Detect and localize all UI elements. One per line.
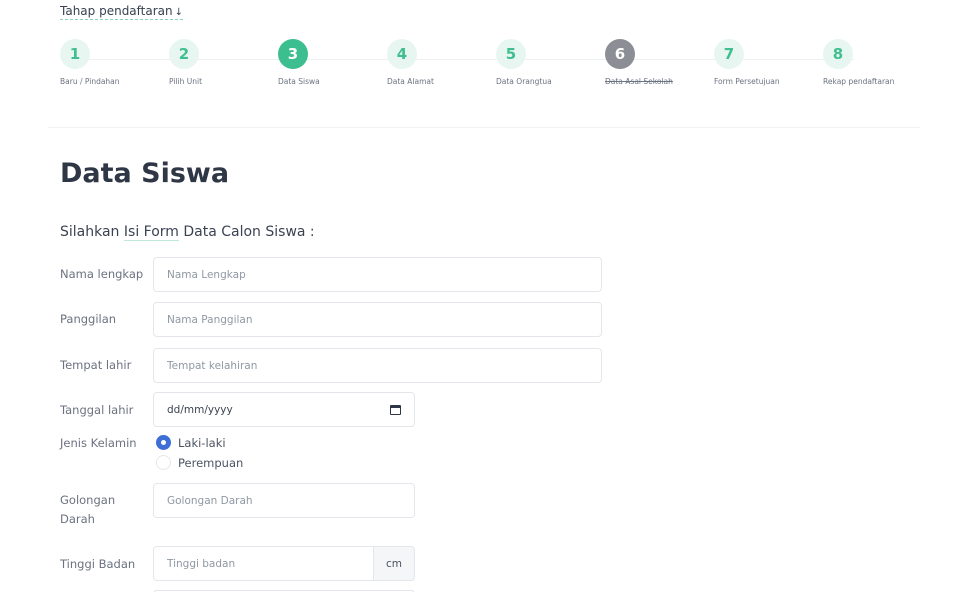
form-subtitle-pre: Silahkan xyxy=(60,224,124,240)
radio-laki-laki[interactable]: Laki-laki xyxy=(156,435,226,450)
step-number: 8 xyxy=(823,39,853,69)
radio-checked-icon[interactable] xyxy=(156,435,171,450)
nama-lengkap-input[interactable] xyxy=(153,257,602,292)
step-3[interactable]: 3 Data Siswa xyxy=(278,39,398,86)
tinggi-badan-input[interactable] xyxy=(153,546,373,581)
tinggi-badan-label: Tinggi Badan xyxy=(60,557,136,571)
step-label: Data Orangtua xyxy=(496,77,552,86)
step-2[interactable]: 2 Pilih Unit xyxy=(169,39,289,86)
tanggal-lahir-label: Tanggal lahir xyxy=(60,403,134,417)
tempat-lahir-input[interactable] xyxy=(153,348,602,383)
step-5[interactable]: 5 Data Orangtua xyxy=(496,39,616,86)
steps-title-text: Tahap pendaftaran xyxy=(60,4,173,18)
steps-title[interactable]: Tahap pendaftaran ↓ xyxy=(60,4,184,20)
step-7[interactable]: 7 Form Persetujuan xyxy=(714,39,834,86)
step-label: Rekap pendaftaran xyxy=(823,77,895,86)
registration-stepper: 1 Baru / Pindahan 2 Pilih Unit 3 Data Si… xyxy=(60,39,920,99)
step-label: Pilih Unit xyxy=(169,77,203,86)
golongan-darah-label-line2: Darah xyxy=(60,512,95,526)
calendar-icon[interactable] xyxy=(390,404,401,415)
step-label: Baru / Pindahan xyxy=(60,77,120,86)
golongan-darah-label-line1: Golongan xyxy=(60,493,116,507)
tempat-lahir-label: Tempat lahir xyxy=(60,358,132,372)
panggilan-input[interactable] xyxy=(153,302,602,337)
step-label: Form Persetujuan xyxy=(714,77,780,86)
step-number: 3 xyxy=(278,39,308,69)
step-6: 6 Data Asal Sekolah xyxy=(605,39,725,86)
arrow-down-icon: ↓ xyxy=(174,7,184,18)
step-4[interactable]: 4 Data Alamat xyxy=(387,39,507,86)
step-label: Data Siswa xyxy=(278,77,320,86)
jenis-kelamin-label: Jenis Kelamin xyxy=(60,436,137,450)
tinggi-badan-group: cm xyxy=(153,546,415,581)
step-number: 5 xyxy=(496,39,526,69)
radio-label: Perempuan xyxy=(178,455,244,470)
step-number: 2 xyxy=(169,39,199,69)
tanggal-lahir-input[interactable]: dd/mm/yyyy xyxy=(153,392,415,427)
nama-lengkap-label: Nama lengkap xyxy=(60,267,144,281)
golongan-darah-input[interactable] xyxy=(153,483,415,518)
page-title: Data Siswa xyxy=(60,158,230,189)
step-number: 4 xyxy=(387,39,417,69)
section-divider xyxy=(48,127,920,128)
golongan-darah-label: Golongan Darah xyxy=(60,491,115,529)
step-label: Data Alamat xyxy=(387,77,434,86)
form-subtitle: Silahkan Isi Form Data Calon Siswa : xyxy=(60,224,315,241)
radio-unchecked-icon[interactable] xyxy=(156,455,171,470)
radio-label: Laki-laki xyxy=(178,435,226,450)
step-number: 6 xyxy=(605,39,635,69)
unit-addon: cm xyxy=(373,546,415,581)
date-value: dd/mm/yyyy xyxy=(167,403,233,416)
step-label: Data Asal Sekolah xyxy=(605,77,673,86)
panggilan-label: Panggilan xyxy=(60,312,117,326)
step-1[interactable]: 1 Baru / Pindahan xyxy=(60,39,180,86)
radio-perempuan[interactable]: Perempuan xyxy=(156,455,243,470)
step-8[interactable]: 8 Rekap pendaftaran xyxy=(823,39,943,86)
form-subtitle-highlight: Isi Form xyxy=(123,224,179,241)
step-number: 1 xyxy=(60,39,90,69)
form-subtitle-post: Data Calon Siswa : xyxy=(178,224,315,240)
step-number: 7 xyxy=(714,39,744,69)
